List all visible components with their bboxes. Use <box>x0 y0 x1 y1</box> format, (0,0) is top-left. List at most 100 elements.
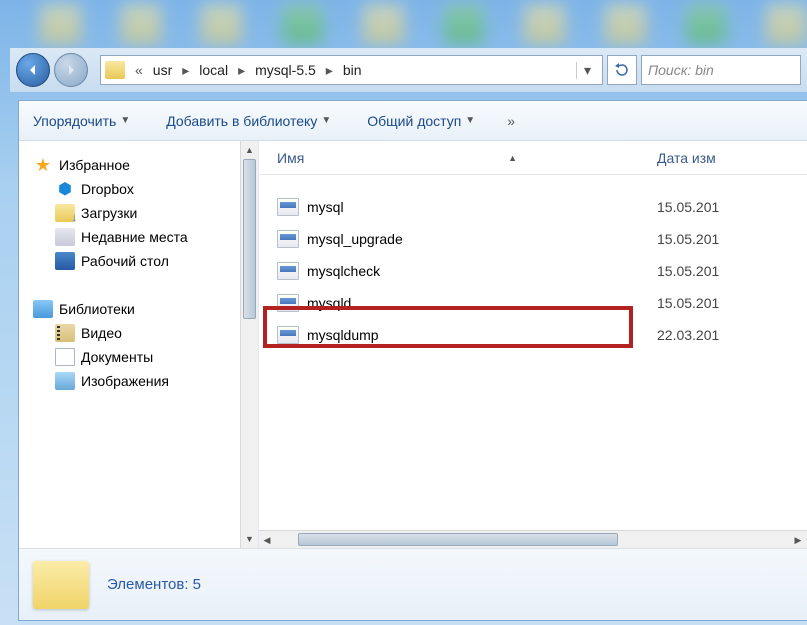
share-label: Общий доступ <box>367 113 461 129</box>
image-icon <box>55 372 75 390</box>
search-placeholder: Поиск: bin <box>648 62 714 78</box>
scrollbar-thumb[interactable] <box>243 159 256 319</box>
column-date-label: Дата изм <box>657 150 716 166</box>
chevron-right-icon[interactable]: ▸ <box>320 62 339 79</box>
document-icon <box>55 348 75 366</box>
file-date: 22.03.201 <box>657 327 719 343</box>
sidebar-item-documents[interactable]: Документы <box>33 345 258 369</box>
refresh-button[interactable] <box>607 55 637 85</box>
scroll-up-icon[interactable]: ▲ <box>241 141 258 159</box>
scrollbar-thumb[interactable] <box>298 533 618 546</box>
file-row[interactable]: mysql 15.05.201 <box>269 191 807 223</box>
file-row[interactable]: mysqlcheck 15.05.201 <box>269 255 807 287</box>
libraries-label: Библиотеки <box>59 301 135 317</box>
status-bar: Элементов: 5 <box>19 548 807 620</box>
breadcrumb-item[interactable]: bin <box>339 62 366 78</box>
address-bar-row: « usr ▸ local ▸ mysql-5.5 ▸ bin ▾ Поиск:… <box>10 48 807 92</box>
sidebar-item-recent[interactable]: Недавние места <box>33 225 258 249</box>
libraries-icon <box>33 300 53 318</box>
add-to-library-button[interactable]: Добавить в библиотеку ▼ <box>162 109 335 133</box>
file-date: 15.05.201 <box>657 231 719 247</box>
exe-icon <box>277 326 299 344</box>
sidebar-item-images[interactable]: Изображения <box>33 369 258 393</box>
forward-button[interactable] <box>54 53 88 87</box>
folder-icon <box>33 561 89 609</box>
sidebar-item-label: Dropbox <box>81 181 134 197</box>
sidebar-item-label: Видео <box>81 325 122 341</box>
file-row[interactable]: mysql_upgrade 15.05.201 <box>269 223 807 255</box>
search-input[interactable]: Поиск: bin <box>641 55 801 85</box>
exe-icon <box>277 230 299 248</box>
file-name: mysqlcheck <box>307 263 380 279</box>
favorites-label: Избранное <box>59 157 130 173</box>
toolbar-overflow[interactable]: » <box>507 113 515 129</box>
explorer-window: Упорядочить ▼ Добавить в библиотеку ▼ Об… <box>18 100 807 621</box>
file-list: mysql 15.05.201 mysql_upgrade 15.05.201 … <box>259 175 807 530</box>
file-row[interactable]: mysqld 15.05.201 <box>269 287 807 319</box>
chevron-down-icon: ▼ <box>321 115 331 126</box>
chevron-down-icon: ▼ <box>465 115 475 126</box>
file-name: mysql <box>307 199 344 215</box>
chevron-down-icon: ▼ <box>120 115 130 126</box>
favorites-section: ★ Избранное ⬢ Dropbox Загрузки Недавние … <box>19 153 258 273</box>
file-name: mysql_upgrade <box>307 231 403 247</box>
desktop-blur-background <box>0 0 807 48</box>
exe-icon <box>277 198 299 216</box>
file-name: mysqldump <box>307 327 379 343</box>
sort-ascending-icon: ▲ <box>508 153 517 163</box>
breadcrumb-item[interactable]: mysql-5.5 <box>251 62 320 78</box>
desktop-icon <box>55 252 75 270</box>
sidebar-item-downloads[interactable]: Загрузки <box>33 201 258 225</box>
breadcrumb-overflow[interactable]: « <box>129 62 149 78</box>
horizontal-scrollbar[interactable]: ◀ ▶ <box>259 530 807 548</box>
breadcrumb-item[interactable]: usr <box>149 62 176 78</box>
back-button[interactable] <box>16 53 50 87</box>
sidebar-item-dropbox[interactable]: ⬢ Dropbox <box>33 177 258 201</box>
sidebar-item-video[interactable]: Видео <box>33 321 258 345</box>
libraries-section: Библиотеки Видео Документы Изображения <box>19 297 258 393</box>
sidebar-item-label: Загрузки <box>81 205 137 221</box>
file-date: 15.05.201 <box>657 263 719 279</box>
sidebar-item-label: Рабочий стол <box>81 253 169 269</box>
breadcrumb[interactable]: « usr ▸ local ▸ mysql-5.5 ▸ bin ▾ <box>100 55 603 85</box>
sidebar-item-label: Изображения <box>81 373 169 389</box>
dropbox-icon: ⬢ <box>55 180 75 198</box>
toolbar: Упорядочить ▼ Добавить в библиотеку ▼ Об… <box>19 101 807 141</box>
recent-icon <box>55 228 75 246</box>
folder-icon <box>105 61 125 79</box>
column-name-label: Имя <box>277 150 304 166</box>
downloads-icon <box>55 204 75 222</box>
file-name: mysqld <box>307 295 351 311</box>
breadcrumb-dropdown[interactable]: ▾ <box>576 62 598 79</box>
nav-scrollbar[interactable]: ▲ ▼ <box>240 141 258 548</box>
scroll-right-icon[interactable]: ▶ <box>789 531 807 548</box>
exe-icon <box>277 294 299 312</box>
column-header-name[interactable]: Имя ▲ <box>277 150 657 166</box>
navigation-pane: ★ Избранное ⬢ Dropbox Загрузки Недавние … <box>19 141 259 548</box>
add-library-label: Добавить в библиотеку <box>166 113 317 129</box>
file-date: 15.05.201 <box>657 295 719 311</box>
chevron-right-icon[interactable]: ▸ <box>176 62 195 79</box>
column-headers: Имя ▲ Дата изм <box>259 141 807 175</box>
file-list-pane: Имя ▲ Дата изм mysql 15.05.201 mysql_upg… <box>259 141 807 548</box>
column-header-date[interactable]: Дата изм <box>657 150 807 166</box>
scroll-left-icon[interactable]: ◀ <box>259 531 276 548</box>
libraries-header[interactable]: Библиотеки <box>33 297 258 321</box>
breadcrumb-item[interactable]: local <box>195 62 232 78</box>
file-row[interactable]: mysqldump 22.03.201 <box>269 319 807 351</box>
file-date: 15.05.201 <box>657 199 719 215</box>
favorites-header[interactable]: ★ Избранное <box>33 153 258 177</box>
share-button[interactable]: Общий доступ ▼ <box>363 109 479 133</box>
item-count: Элементов: 5 <box>107 576 201 593</box>
star-icon: ★ <box>33 156 53 174</box>
chevron-right-icon[interactable]: ▸ <box>232 62 251 79</box>
scroll-down-icon[interactable]: ▼ <box>241 530 258 548</box>
organize-button[interactable]: Упорядочить ▼ <box>29 109 134 133</box>
sidebar-item-label: Документы <box>81 349 153 365</box>
exe-icon <box>277 262 299 280</box>
body-area: ★ Избранное ⬢ Dropbox Загрузки Недавние … <box>19 141 807 548</box>
sidebar-item-label: Недавние места <box>81 229 188 245</box>
video-icon <box>55 324 75 342</box>
sidebar-item-desktop[interactable]: Рабочий стол <box>33 249 258 273</box>
organize-label: Упорядочить <box>33 113 116 129</box>
